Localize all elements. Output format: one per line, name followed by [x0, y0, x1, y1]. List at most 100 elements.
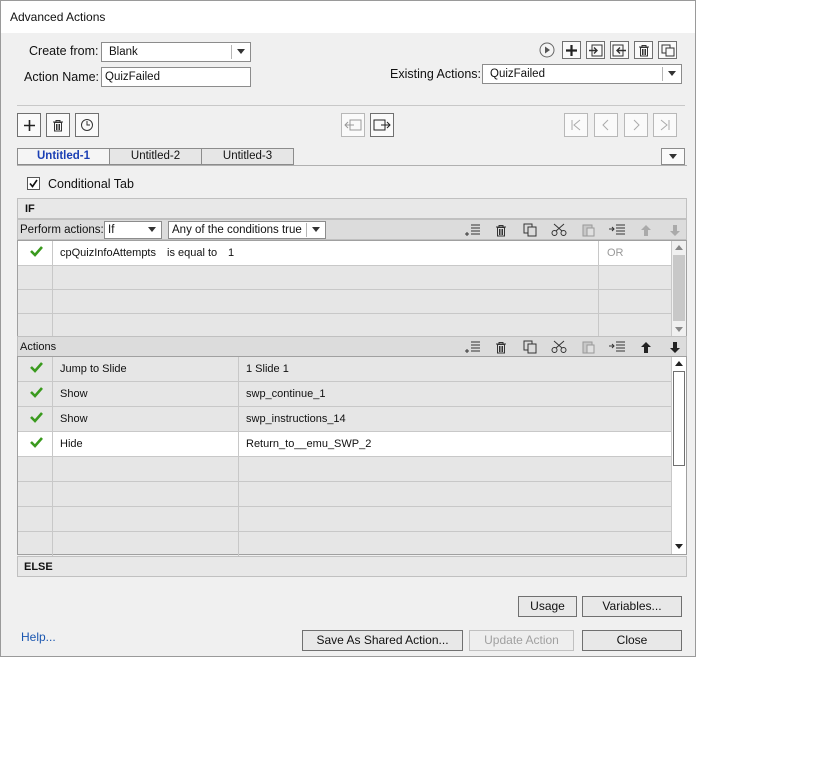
action-name[interactable] [53, 457, 238, 481]
delete-action-icon[interactable] [491, 339, 511, 355]
enabled-check-icon[interactable] [30, 411, 43, 423]
insert-action-row-icon[interactable] [607, 339, 627, 355]
scroll-up-icon[interactable] [675, 245, 683, 250]
cut-icon[interactable] [549, 222, 569, 238]
actions-scrollbar[interactable] [671, 357, 686, 554]
action-target[interactable] [239, 532, 639, 556]
else-section-header[interactable]: ELSE [17, 556, 687, 577]
condition-logic[interactable] [600, 265, 660, 289]
update-action-button[interactable]: Update Action [469, 630, 574, 651]
condition-row[interactable]: cpQuizInfoAttempts is equal to 1 OR [18, 241, 671, 266]
move-up-icon[interactable] [636, 222, 656, 238]
existing-actions-select[interactable]: QuizFailed [482, 64, 682, 84]
next-icon[interactable] [624, 113, 648, 137]
move-left-icon[interactable] [341, 113, 365, 137]
condition-operator[interactable] [160, 289, 230, 313]
conditions-scrollbar[interactable] [671, 241, 686, 337]
action-name[interactable]: Show [53, 382, 238, 406]
action-row[interactable]: Show swp_continue_1 [18, 382, 671, 407]
add-decision-icon[interactable] [17, 113, 41, 137]
duplicate-decision-icon[interactable] [75, 113, 99, 137]
condition-logic[interactable]: OR [600, 241, 660, 265]
create-from-select[interactable]: Blank [101, 42, 251, 62]
tab-untitled-2[interactable]: Untitled-2 [109, 148, 202, 165]
save-as-shared-action-button[interactable]: Save As Shared Action... [302, 630, 463, 651]
action-row[interactable]: Show swp_instructions_14 [18, 407, 671, 432]
duplicate-icon[interactable] [658, 41, 677, 59]
conditional-tab-checkbox[interactable] [27, 177, 40, 190]
tab-untitled-1[interactable]: Untitled-1 [17, 148, 110, 165]
insert-row-icon[interactable] [607, 222, 627, 238]
import-icon[interactable] [586, 41, 605, 59]
delete-condition-icon[interactable] [491, 222, 511, 238]
condition-value[interactable] [221, 265, 251, 289]
condition-value[interactable] [221, 289, 251, 313]
delete-decision-icon[interactable] [46, 113, 70, 137]
move-right-icon[interactable] [370, 113, 394, 137]
action-row[interactable] [18, 507, 671, 532]
delete-icon[interactable] [634, 41, 653, 59]
move-down-icon[interactable] [665, 222, 685, 238]
condition-variable[interactable] [53, 313, 163, 337]
paste-icon[interactable] [578, 222, 598, 238]
close-button[interactable]: Close [582, 630, 682, 651]
condition-value[interactable] [221, 313, 251, 337]
action-target[interactable]: Return_to__emu_SWP_2 [239, 432, 639, 456]
cut-action-icon[interactable] [549, 339, 569, 355]
action-target[interactable] [239, 507, 639, 531]
condition-variable[interactable] [53, 265, 163, 289]
tab-list-dropdown[interactable] [661, 148, 685, 165]
action-name[interactable] [53, 532, 238, 556]
action-target[interactable]: swp_continue_1 [239, 382, 639, 406]
scroll-thumb[interactable] [673, 255, 685, 321]
action-target[interactable] [239, 482, 639, 506]
condition-type-select[interactable]: Any of the conditions true [168, 221, 326, 239]
move-action-down-icon[interactable] [665, 339, 685, 355]
move-action-up-icon[interactable] [636, 339, 656, 355]
action-row[interactable] [18, 482, 671, 507]
export-icon[interactable] [610, 41, 629, 59]
action-row[interactable]: Hide Return_to__emu_SWP_2 [18, 432, 671, 457]
condition-row[interactable] [18, 289, 671, 314]
insert-action-icon[interactable] [462, 339, 482, 355]
condition-logic[interactable] [600, 289, 660, 313]
copy-condition-icon[interactable] [520, 222, 540, 238]
condition-row[interactable] [18, 265, 671, 290]
action-name[interactable] [53, 482, 238, 506]
condition-variable[interactable]: cpQuizInfoAttempts [53, 241, 163, 265]
condition-value[interactable]: 1 [221, 241, 251, 265]
action-name[interactable]: Hide [53, 432, 238, 456]
condition-operator[interactable] [160, 265, 230, 289]
action-target[interactable] [239, 457, 639, 481]
condition-operator[interactable]: is equal to [160, 241, 230, 265]
scroll-down-icon[interactable] [675, 327, 683, 332]
condition-row[interactable] [18, 313, 671, 338]
tab-untitled-3[interactable]: Untitled-3 [201, 148, 294, 165]
action-row[interactable] [18, 532, 671, 557]
action-name-input[interactable]: QuizFailed [101, 67, 251, 87]
action-row[interactable]: Jump to Slide 1 Slide 1 [18, 357, 671, 382]
paste-action-icon[interactable] [578, 339, 598, 355]
scroll-up-icon[interactable] [675, 361, 683, 366]
enabled-check-icon[interactable] [30, 245, 43, 257]
copy-action-icon[interactable] [520, 339, 540, 355]
condition-logic[interactable] [600, 313, 660, 337]
action-target[interactable]: swp_instructions_14 [239, 407, 639, 431]
action-target[interactable]: 1 Slide 1 [239, 357, 639, 381]
first-icon[interactable] [564, 113, 588, 137]
condition-operator[interactable] [160, 313, 230, 337]
condition-variable[interactable] [53, 289, 163, 313]
help-link[interactable]: Help... [21, 630, 56, 644]
action-name[interactable]: Jump to Slide [53, 357, 238, 381]
action-row[interactable] [18, 457, 671, 482]
variables-button[interactable]: Variables... [582, 596, 682, 617]
action-name[interactable] [53, 507, 238, 531]
add-action-icon[interactable] [562, 41, 581, 59]
enabled-check-icon[interactable] [30, 361, 43, 373]
insert-condition-icon[interactable] [462, 222, 482, 238]
usage-button[interactable]: Usage [518, 596, 577, 617]
scroll-thumb[interactable] [673, 371, 685, 466]
enabled-check-icon[interactable] [30, 386, 43, 398]
last-icon[interactable] [653, 113, 677, 137]
scroll-down-icon[interactable] [675, 544, 683, 549]
